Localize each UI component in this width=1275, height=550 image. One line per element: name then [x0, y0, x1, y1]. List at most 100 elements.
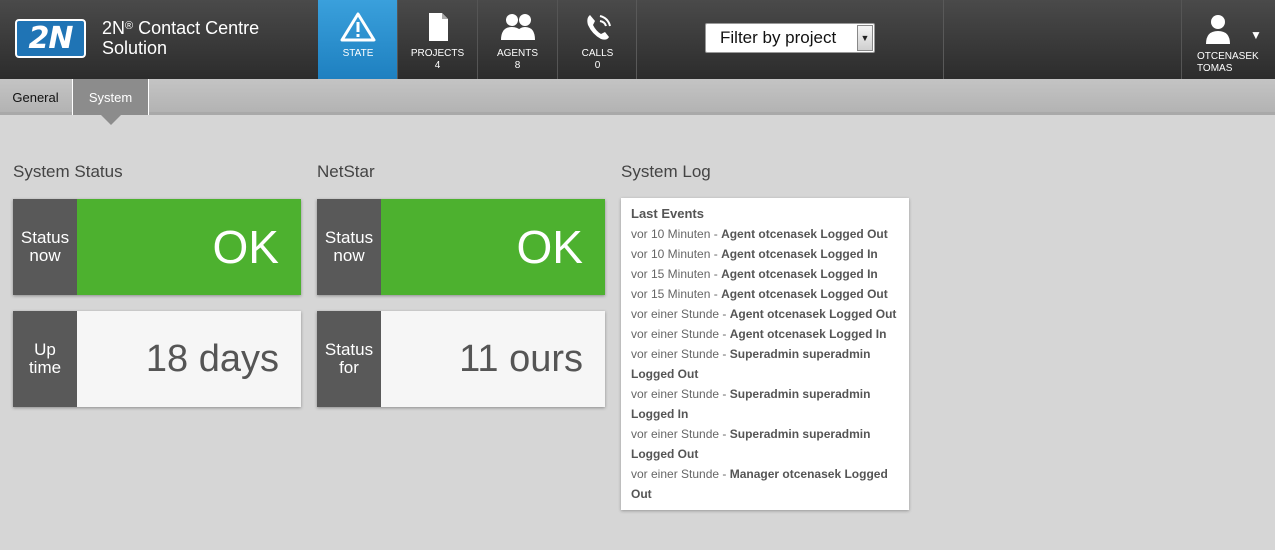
label-line1: Status [324, 228, 374, 247]
log-entry-separator: - [719, 347, 730, 361]
netstar-status-now-card: Status now OK [317, 199, 605, 295]
registered-mark: ® [125, 20, 134, 32]
divider [943, 0, 944, 79]
label-line2: time [28, 358, 62, 377]
log-entry: vor einer Stunde - Superadmin superadmin… [631, 424, 899, 464]
netstar-status-for-card: Status for 11 ours [317, 311, 605, 407]
phone-icon [586, 15, 611, 40]
log-entry: vor 15 Minuten - Agent otcenasek Logged … [631, 264, 899, 284]
subtab-general[interactable]: General [0, 79, 71, 115]
divider [636, 0, 637, 79]
log-entry-time: vor einer Stunde [631, 387, 720, 401]
subtab-general-label: General [12, 89, 59, 105]
app-title-line2: Solution [102, 38, 168, 58]
system-status-title: System Status [13, 162, 123, 181]
tab-projects-count: 4 [434, 60, 441, 71]
label-line1: Status [324, 340, 374, 359]
label-line2: now [333, 246, 365, 265]
tab-state-label: STATE [342, 48, 374, 59]
log-entries: vor 10 Minuten - Agent otcenasek Logged … [631, 224, 899, 504]
app-title-rest: Contact Centre [133, 18, 260, 38]
label-line1: Up [34, 340, 56, 359]
caret-down-icon[interactable]: ▼ [1250, 28, 1262, 42]
app-title-brand: 2N [102, 18, 126, 38]
log-entry-time: vor einer Stunde [631, 307, 720, 321]
log-entry-separator: - [710, 247, 722, 261]
document-icon [428, 13, 448, 41]
chevron-down-icon[interactable]: ▼ [857, 25, 873, 51]
user-name: OTCENASEK TOMAS [1197, 51, 1259, 75]
tab-projects-label: PROJECTS [410, 48, 465, 59]
status-value: OK [381, 199, 605, 295]
card-label: Status for [317, 311, 381, 407]
netstar-title: NetStar [317, 162, 375, 181]
log-entry-time: vor einer Stunde [631, 427, 720, 441]
tab-calls-label: CALLS [581, 48, 614, 59]
tab-agents[interactable]: AGENTS 8 [477, 0, 557, 79]
tab-agents-count: 8 [514, 60, 521, 71]
tab-state[interactable]: STATE [318, 0, 398, 79]
card-label: Up time [13, 311, 77, 407]
project-filter-select[interactable]: Filter by project ▼ [705, 23, 875, 53]
app-title: 2N® Contact Centre Solution [102, 18, 259, 58]
log-entry: vor einer Stunde - Agent otcenasek Logge… [631, 304, 899, 324]
label-line2: for [339, 358, 359, 377]
log-entry: vor einer Stunde - Superadmin superadmin… [631, 344, 899, 384]
uptime-value: 18 days [77, 311, 301, 407]
log-entry-time: vor 10 Minuten [631, 227, 711, 241]
log-entry-time: vor einer Stunde [631, 467, 720, 481]
label-line1: Status [20, 228, 70, 247]
log-entry: vor einer Stunde - Superadmin superadmin… [631, 384, 899, 424]
log-entry: vor einer Stunde - Manager otcenasek Log… [631, 464, 899, 504]
status-for-value: 11 ours [381, 311, 605, 407]
status-value: OK [77, 199, 301, 295]
log-heading: Last Events [631, 206, 704, 221]
label-line2: now [29, 246, 61, 265]
log-entry-event: Agent otcenasek Logged In [729, 327, 887, 341]
user-name-line2: TOMAS [1197, 63, 1233, 74]
log-entry-separator: - [719, 427, 730, 441]
log-entry-separator: - [710, 287, 722, 301]
top-bar: 2N 2N® Contact Centre Solution STATE PRO… [0, 0, 1275, 79]
subtab-system-label: System [88, 89, 133, 105]
card-label: Status now [13, 199, 77, 295]
log-entry: vor 15 Minuten - Agent otcenasek Logged … [631, 284, 899, 304]
log-entry-time: vor einer Stunde [631, 327, 720, 341]
2n-logo[interactable]: 2N [15, 19, 86, 58]
log-entry-time: vor 15 Minuten [631, 287, 711, 301]
log-entry: vor 10 Minuten - Agent otcenasek Logged … [631, 224, 899, 244]
log-entry-time: vor 10 Minuten [631, 247, 711, 261]
log-entry-event: Agent otcenasek Logged In [721, 267, 878, 281]
log-entry-separator: - [710, 267, 722, 281]
log-entry-time: vor einer Stunde [631, 347, 720, 361]
log-entry-separator: - [719, 467, 730, 481]
log-entry-time: vor 15 Minuten [631, 267, 711, 281]
tab-calls-count: 0 [594, 60, 601, 71]
user-menu[interactable]: ▼ OTCENASEK TOMAS [1181, 0, 1275, 79]
log-entry-separator: - [719, 307, 730, 321]
system-log-panel: Last Events vor 10 Minuten - Agent otcen… [621, 198, 909, 510]
project-filter-value: Filter by project [720, 28, 837, 47]
log-entry-separator: - [710, 227, 722, 241]
log-entry-event: Agent otcenasek Logged Out [729, 307, 897, 321]
system-log-title: System Log [621, 162, 711, 181]
log-entry-separator: - [719, 327, 730, 341]
tab-agents-label: AGENTS [496, 48, 539, 59]
tab-projects[interactable]: PROJECTS 4 [397, 0, 477, 79]
uptime-card: Up time 18 days [13, 311, 301, 407]
tab-calls[interactable]: CALLS 0 [557, 0, 637, 79]
user-icon [1206, 15, 1230, 44]
log-entry-separator: - [719, 387, 730, 401]
log-entry-event: Agent otcenasek Logged Out [721, 287, 888, 301]
card-label: Status now [317, 199, 381, 295]
log-entry: vor 10 Minuten - Agent otcenasek Logged … [631, 244, 899, 264]
log-entry: vor einer Stunde - Agent otcenasek Logge… [631, 324, 899, 344]
subtab-system[interactable]: System [72, 79, 149, 115]
people-icon [500, 14, 535, 40]
log-entry-event: Agent otcenasek Logged Out [721, 227, 888, 241]
sub-navigation: General System [0, 79, 1275, 115]
user-name-line1: OTCENASEK [1197, 51, 1259, 62]
log-entry-event: Agent otcenasek Logged In [721, 247, 878, 261]
warning-triangle-icon [340, 12, 376, 42]
active-subtab-pointer [101, 115, 121, 125]
